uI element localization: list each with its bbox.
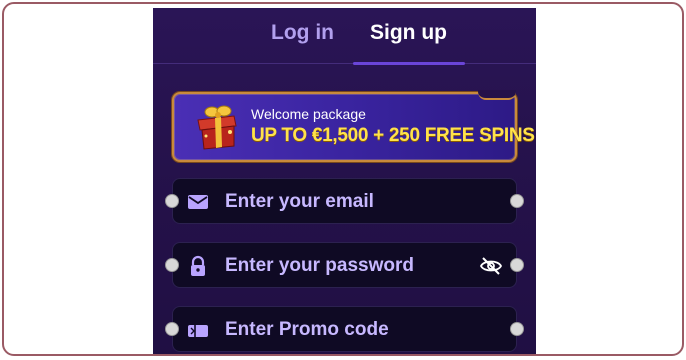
tab-signup[interactable]: Sign up [370,21,447,45]
field-notch-left [165,194,179,208]
email-field[interactable]: Enter your email [165,178,524,224]
auth-panel: Log in Sign up Welcome package UP TO €1,… [153,8,536,354]
password-placeholder: Enter your password [225,255,414,276]
banner-offer: UP TO €1,500 + 250 FREE SPINS [251,125,535,146]
field-notch-right [510,258,524,272]
eye-off-icon[interactable] [479,254,503,278]
banner-notch [478,90,516,100]
welcome-banner[interactable]: Welcome package UP TO €1,500 + 250 FREE … [172,90,535,162]
auth-tabs: Log in Sign up [153,8,536,65]
field-notch-right [510,322,524,336]
promo-code-field[interactable]: Enter Promo code [165,306,524,352]
password-field[interactable]: Enter your password [165,242,524,288]
envelope-icon [188,195,208,209]
gift-icon [197,105,237,150]
field-notch-left [165,258,179,272]
tab-login[interactable]: Log in [271,21,334,45]
email-placeholder: Enter your email [225,191,374,212]
ticket-icon [188,325,208,337]
field-notch-right [510,194,524,208]
modal-frame: Log in Sign up Welcome package UP TO €1,… [2,2,684,356]
active-tab-indicator [353,62,465,65]
promo-placeholder: Enter Promo code [225,319,389,340]
lock-icon [191,255,205,276]
field-notch-left [165,322,179,336]
banner-title: Welcome package [251,106,366,122]
